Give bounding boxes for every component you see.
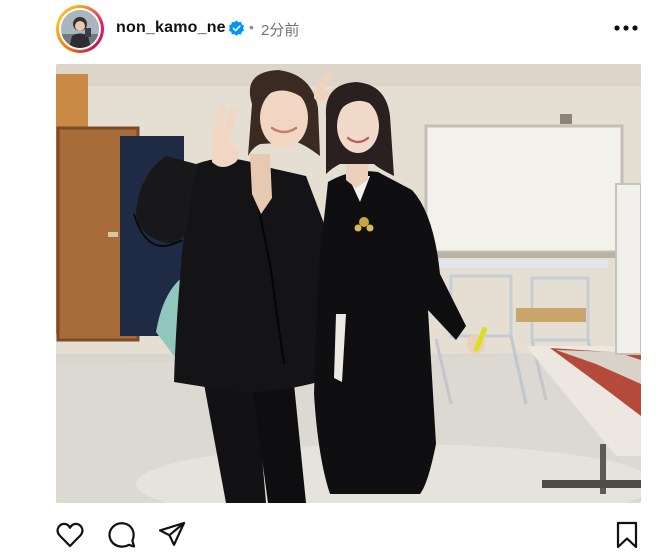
username-link[interactable]: non_kamo_ne [116,19,226,37]
comment-icon[interactable] [106,520,136,550]
avatar-image [61,10,99,48]
heart-icon[interactable] [55,520,85,550]
separator-dot: • [249,19,254,35]
post-action-bar [0,510,663,558]
post-photo[interactable] [56,64,641,503]
bookmark-icon[interactable] [612,520,642,550]
verified-badge-icon [228,20,245,36]
paper-plane-icon[interactable] [157,520,187,550]
post-header: non_kamo_ne • 2分前 [0,0,663,60]
post-photo-image [56,64,641,503]
post-timestamp[interactable]: 2分前 [261,19,299,40]
avatar[interactable] [56,5,104,53]
more-options-icon[interactable] [612,17,640,39]
